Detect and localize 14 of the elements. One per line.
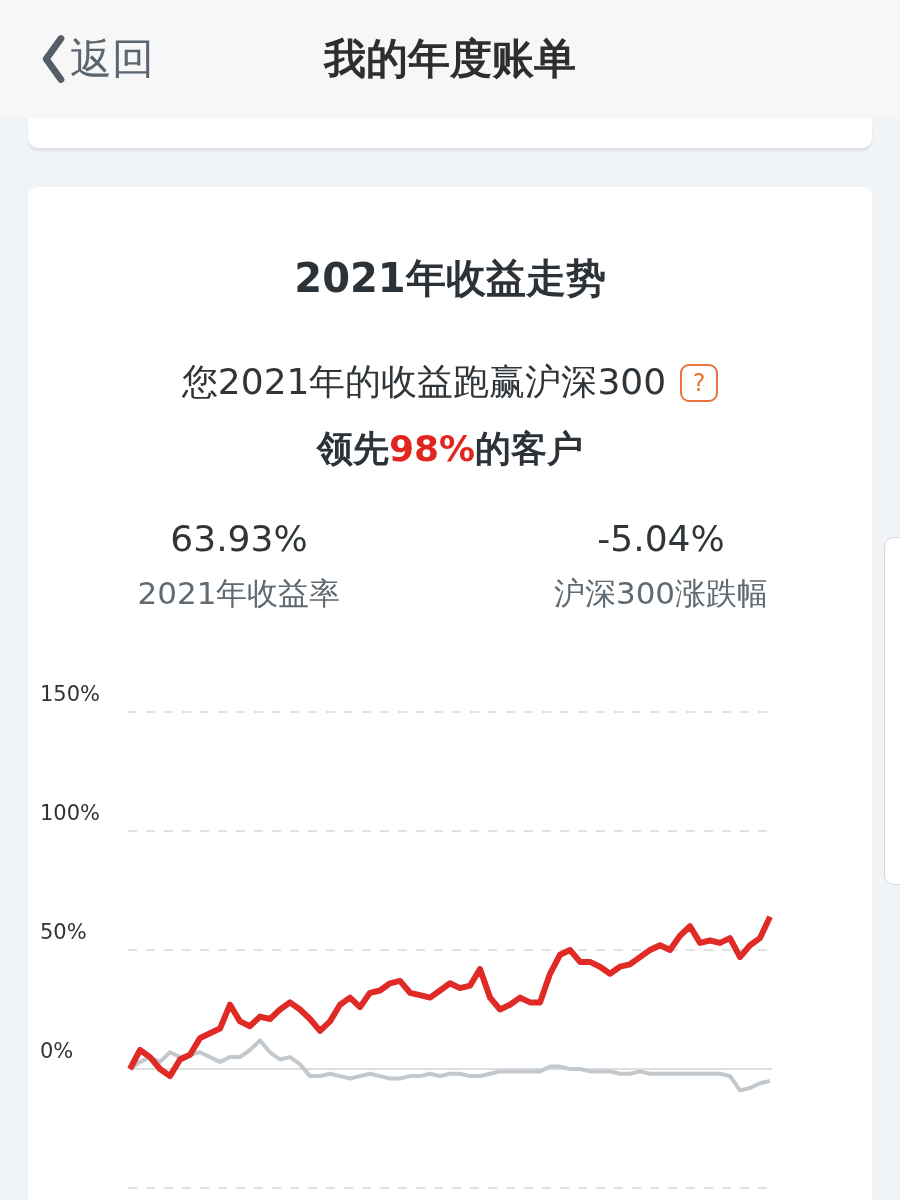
page-title: 我的年度账单 xyxy=(324,33,576,85)
stat-label: 2021年收益率 xyxy=(137,574,341,613)
axis-tick-label: 150% xyxy=(40,682,101,706)
stat-label: 沪深300涨跌幅 xyxy=(553,574,769,613)
rank-text: 领先98%的客户 xyxy=(316,427,584,471)
axis-tick-label: 50% xyxy=(40,920,87,944)
back-button[interactable]: 返回 xyxy=(38,31,154,87)
axis-tick-label: 100% xyxy=(40,801,101,825)
card-title: 2021年收益走势 xyxy=(294,254,606,303)
axis-tick-label: 0% xyxy=(40,1039,74,1063)
help-button[interactable]: ? xyxy=(680,363,719,402)
stat-value: -5.04% xyxy=(597,518,725,559)
stat-value: 63.93% xyxy=(170,518,308,559)
summary-text: 您2021年的收益跑赢沪深300 xyxy=(181,360,667,404)
